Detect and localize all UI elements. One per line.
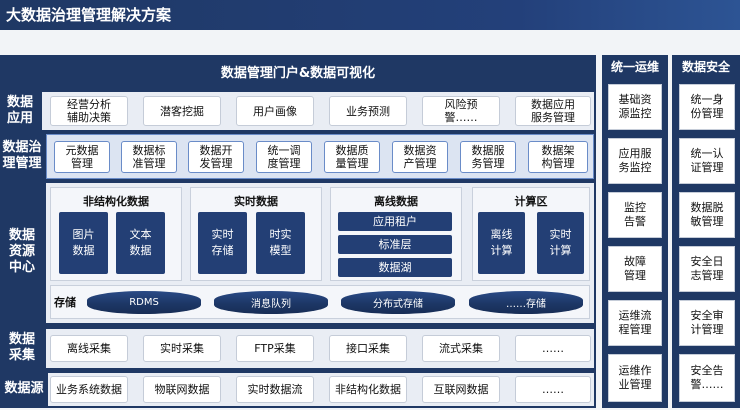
compute-title: 计算区: [514, 195, 548, 208]
source-item: 非结构化数据: [329, 376, 407, 403]
security-item: 统一身 份管理: [679, 84, 735, 130]
governance-item: 统一调 度管理: [256, 141, 312, 173]
collection-row: [46, 329, 594, 368]
application-item: 潜客挖掘: [143, 96, 221, 126]
sources-row: [48, 373, 594, 406]
offline-title: 离线数据: [374, 195, 418, 208]
ops-item: 基础资 源监控: [608, 84, 662, 130]
ops-item: 应用服 务监控: [608, 138, 662, 184]
source-item: 实时数据流: [236, 376, 314, 403]
collection-row-label: 数据 采集: [8, 332, 35, 363]
resource-center-label: 数据 资源 中心: [8, 228, 35, 275]
governance-item: 数据质 量管理: [324, 141, 380, 173]
collection-item: ……: [515, 335, 591, 362]
unstructured-item: 文本 数据: [116, 212, 165, 274]
application-item: 风险预 警……: [422, 96, 500, 126]
governance-row-label: 数据治 理管理: [2, 140, 42, 171]
source-item: 互联网数据: [422, 376, 500, 403]
storage-cylinder: 消息队列: [214, 291, 328, 314]
governance-item: 数据标 准管理: [121, 141, 177, 173]
page-title: 大数据治理管理解决方案: [0, 0, 740, 30]
source-item: ……: [515, 376, 591, 403]
application-item: 经营分析 辅助决策: [50, 96, 128, 126]
governance-item: 数据开 发管理: [188, 141, 244, 173]
governance-item: 数据资 产管理: [392, 141, 448, 173]
governance-item: 元数据 管理: [54, 141, 110, 173]
application-item: 数据应用 服务管理: [515, 96, 591, 126]
governance-item: 数据服 务管理: [460, 141, 516, 173]
security-title: 数据安全: [681, 60, 730, 74]
application-row-label: 数据 应用: [6, 95, 33, 126]
ops-item: 监控 告警: [608, 192, 662, 238]
unstructured-item: 图片 数据: [59, 212, 108, 274]
collection-item: 离线采集: [50, 335, 128, 362]
unstructured-title: 非结构化数据: [83, 195, 149, 208]
storage-cylinder: ……存储: [469, 291, 583, 314]
realtime-item: 实时 存储: [198, 212, 247, 274]
realtime-title: 实时数据: [234, 195, 278, 208]
portal-label: 数据管理门户&数据可视化: [220, 66, 376, 81]
security-item: 数据脱 敏管理: [679, 192, 735, 238]
collection-item: 接口采集: [329, 335, 407, 362]
security-item: 统一认 证管理: [679, 138, 735, 184]
ops-item: 运维流 程管理: [608, 300, 662, 346]
security-item: 安全日 志管理: [679, 246, 735, 292]
sources-row-label: 数据源: [4, 381, 44, 396]
storage-cylinder: 分布式存储: [341, 291, 455, 314]
security-item: 安全告 警……: [679, 354, 735, 402]
ops-item: 运维作 业管理: [608, 354, 662, 402]
source-item: 物联网数据: [143, 376, 221, 403]
security-item: 安全审 计管理: [679, 300, 735, 346]
offline-item: 标准层: [338, 235, 452, 254]
ops-item: 故障 管理: [608, 246, 662, 292]
realtime-item: 时实 模型: [256, 212, 305, 274]
offline-item: 数据湖: [338, 258, 452, 277]
compute-item: 离线 计算: [478, 212, 525, 274]
compute-item: 实时 计算: [537, 212, 584, 274]
application-item: 业务预测: [329, 96, 407, 126]
collection-item: FTP采集: [236, 335, 314, 362]
collection-item: 流式采集: [422, 335, 500, 362]
storage-label: 存储: [54, 296, 76, 309]
collection-item: 实时采集: [143, 335, 221, 362]
portal-banner: 数据管理门户&数据可视化: [0, 55, 596, 88]
ops-title: 统一运维: [610, 60, 659, 74]
governance-item: 数据架 构管理: [528, 141, 588, 173]
storage-cylinder: RDMS: [87, 291, 201, 314]
offline-item: 应用租户: [338, 212, 452, 231]
application-item: 用户画像: [236, 96, 314, 126]
source-item: 业务系统数据: [50, 376, 128, 403]
